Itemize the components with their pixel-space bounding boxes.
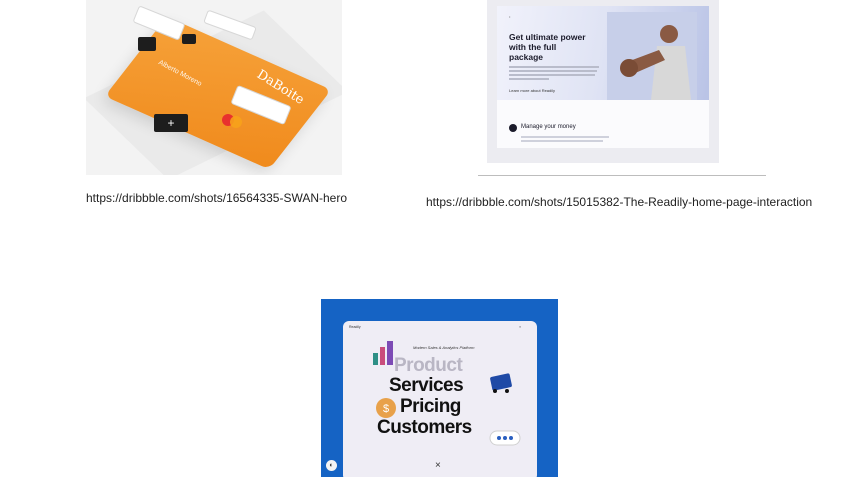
coin-icon: $: [376, 398, 396, 418]
plus-icon: +: [154, 114, 188, 132]
body-text-line: [509, 74, 595, 76]
body-text-line: [509, 78, 549, 80]
swan-hero-thumbnail[interactable]: DaBoite Alberto Moreno +: [86, 0, 342, 175]
readily-logo: •: [509, 14, 511, 19]
dark-chip: [182, 34, 196, 44]
readily-thumbnail[interactable]: • Get ultimate power with the full packa…: [487, 0, 719, 163]
saas-subtitle: Modern Sales & Analytics Platform: [413, 345, 475, 350]
word-services: Services: [389, 375, 464, 396]
swan-hero-link[interactable]: https://dribbble.com/shots/16564335-SWAN…: [86, 191, 347, 205]
body-text-line: [509, 70, 597, 72]
readily-section-title: Manage your money: [521, 124, 576, 130]
menu-icon: ≡: [519, 325, 522, 329]
divider-line: [478, 175, 766, 176]
cart-icon: [490, 373, 512, 393]
chat-bubble-icon: [489, 430, 521, 446]
body-text-line: [521, 136, 609, 138]
word-customers: Customers: [377, 417, 472, 438]
word-product: Product: [394, 355, 463, 376]
saas-logo: Readily: [349, 325, 361, 329]
readily-learn-link: Learn more about Readily: [509, 88, 556, 93]
close-icon[interactable]: ×: [435, 460, 441, 471]
body-text-line: [509, 66, 599, 68]
word-pricing: Pricing: [400, 396, 461, 417]
saas-thumbnail[interactable]: Readily ≡ Modern Sales & Analytics Platf…: [321, 299, 558, 477]
play-icon: [509, 124, 517, 132]
person-image: [607, 12, 697, 100]
body-text-line: [521, 140, 603, 142]
mastercard-logo: [230, 116, 242, 128]
readily-headline: Get ultimate power with the full package: [509, 32, 586, 62]
dark-chip: [138, 37, 156, 51]
svg-text:$: $: [383, 403, 389, 415]
readily-link[interactable]: https://dribbble.com/shots/15015382-The-…: [426, 195, 812, 209]
theme-toggle-icon[interactable]: ◐: [326, 460, 337, 471]
